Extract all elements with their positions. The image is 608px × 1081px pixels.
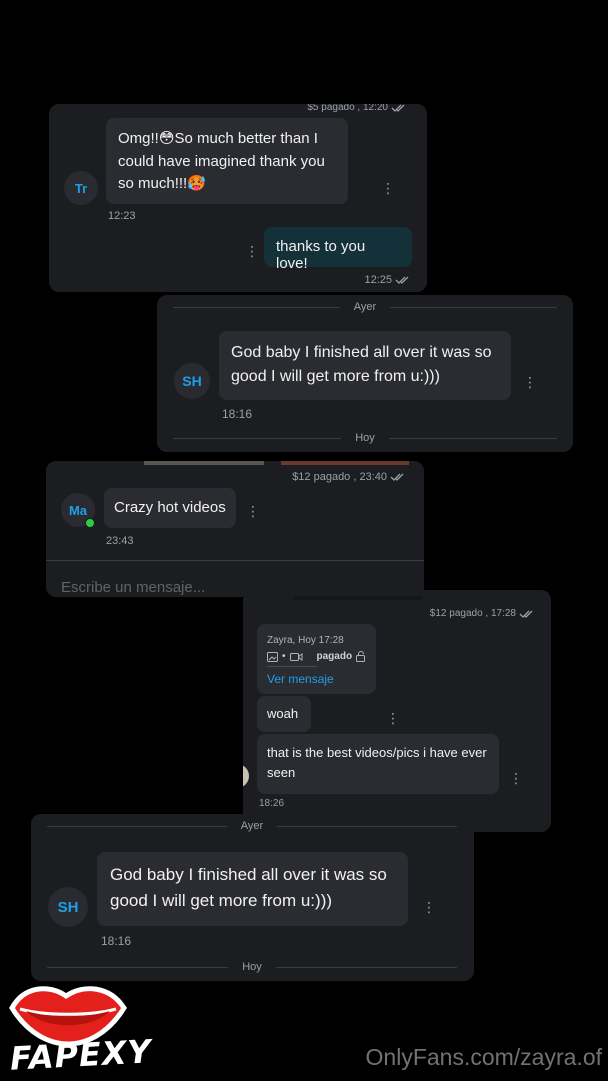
card-media-row: • pagado — [267, 651, 366, 662]
date-divider: Ayer — [47, 820, 458, 832]
date-divider: Ayer — [173, 301, 558, 313]
message-time: 18:16 — [101, 934, 132, 948]
avatar-partial — [243, 764, 249, 788]
chat-panel-4: $12 pagado , 17:28 Zayra, Hoy 17:28 • pa… — [243, 590, 551, 832]
logo-text: FAPEXY — [9, 1032, 153, 1078]
message-time: 18:16 — [222, 407, 253, 421]
input-divider — [46, 560, 424, 561]
message-text: Crazy hot videos — [114, 499, 226, 516]
more-vertical-icon[interactable]: ⋮ — [245, 244, 259, 258]
input-remnant — [293, 596, 423, 600]
online-status-dot — [85, 518, 95, 528]
fapexy-logo: FAPEXY — [4, 978, 153, 1078]
paid-media-card[interactable]: Zayra, Hoy 17:28 • pagado Ver mensaje — [257, 624, 376, 694]
lock-icon — [356, 651, 366, 662]
message-text: Omg!!😳So much better than I could have i… — [118, 130, 325, 192]
message-text: God baby I finished all over it was so g… — [231, 344, 492, 385]
more-vertical-icon[interactable]: ⋮ — [386, 711, 400, 725]
media-preview-strip — [281, 461, 409, 465]
double-check-icon — [390, 473, 404, 481]
payment-meta: $5 pagado , 12:20 — [307, 104, 407, 113]
message-time-row: 12:25 — [364, 274, 411, 286]
avatar[interactable]: SH — [48, 887, 88, 927]
more-vertical-icon[interactable]: ⋮ — [422, 900, 436, 914]
media-preview-strip — [144, 461, 264, 465]
double-check-icon — [391, 104, 405, 112]
chat-panel-3: $12 pagado , 23:40 Ma Crazy hot videos ⋮… — [46, 461, 424, 597]
message-text: woah — [267, 706, 299, 721]
message-input[interactable]: Escribe un mensaje... — [61, 579, 205, 596]
card-header: Zayra, Hoy 17:28 — [267, 635, 344, 646]
message-text: God baby I finished all over it was so g… — [110, 865, 387, 910]
message-time: 23:43 — [106, 535, 134, 547]
message-text: thanks to you love! — [276, 238, 366, 272]
message-time: 18:26 — [259, 798, 285, 809]
message-text: that is the best videos/pics i have ever… — [267, 745, 487, 780]
more-vertical-icon[interactable]: ⋮ — [523, 375, 537, 389]
double-check-icon — [519, 610, 533, 618]
message-bubble-incoming[interactable]: woah — [257, 696, 311, 732]
message-bubble-incoming[interactable]: God baby I finished all over it was so g… — [97, 852, 408, 926]
message-bubble-incoming[interactable]: God baby I finished all over it was so g… — [219, 331, 511, 400]
card-separator — [267, 666, 317, 667]
message-bubble-incoming[interactable]: that is the best videos/pics i have ever… — [257, 734, 499, 794]
avatar[interactable]: SH — [174, 363, 210, 399]
payment-meta: $12 pagado , 17:28 — [430, 608, 535, 619]
date-divider: Hoy — [173, 432, 557, 444]
more-vertical-icon[interactable]: ⋮ — [509, 771, 523, 785]
avatar[interactable]: Tr — [64, 171, 98, 205]
watermark-url: OnlyFans.com/zayra.of — [365, 1044, 602, 1070]
chat-panel-5: Ayer SH God baby I finished all over it … — [31, 814, 474, 981]
image-icon — [267, 651, 278, 662]
chat-panel-1: $5 pagado , 12:20 Tr Omg!!😳So much bette… — [49, 104, 427, 292]
message-time: 12:23 — [108, 210, 136, 222]
payment-meta: $12 pagado , 23:40 — [292, 471, 406, 483]
message-bubble-incoming[interactable]: Omg!!😳So much better than I could have i… — [106, 118, 348, 204]
more-vertical-icon[interactable]: ⋮ — [246, 504, 260, 518]
more-vertical-icon[interactable]: ⋮ — [381, 181, 395, 195]
date-divider: Hoy — [47, 961, 457, 973]
message-bubble-outgoing[interactable]: thanks to you love! — [264, 227, 412, 272]
message-bubble-incoming[interactable]: Crazy hot videos — [104, 488, 236, 528]
view-message-link[interactable]: Ver mensaje — [267, 672, 334, 686]
double-check-icon — [395, 276, 409, 284]
video-icon — [289, 652, 303, 661]
chat-panel-2: Ayer SH God baby I finished all over it … — [157, 295, 573, 452]
